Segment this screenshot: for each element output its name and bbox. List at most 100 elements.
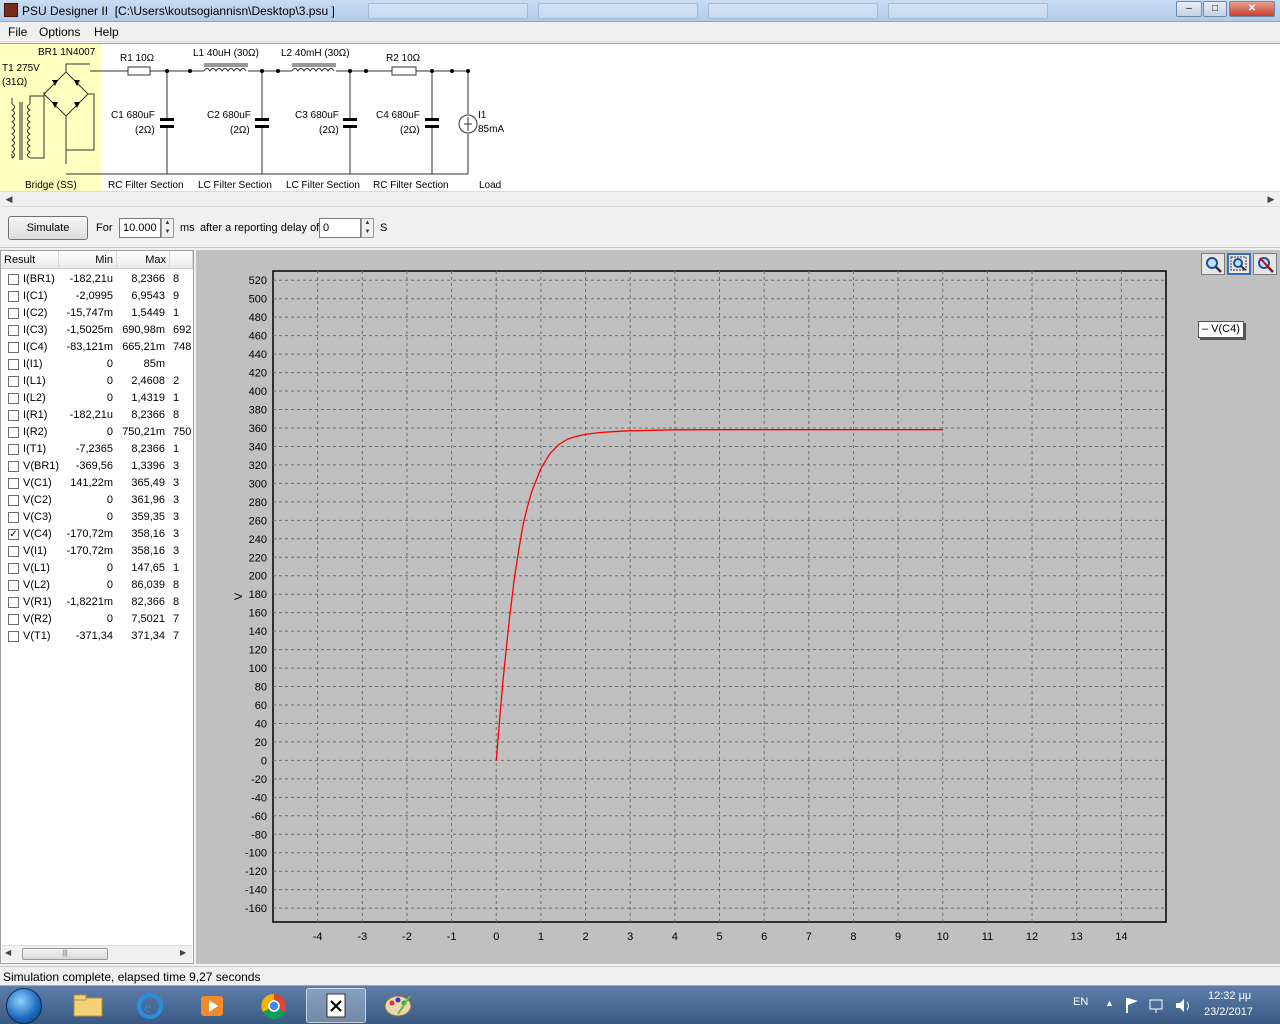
result-row[interactable]: V(R2) 0 7,5021 7 [1,611,193,628]
scroll-left-icon[interactable]: ◀ [5,948,11,957]
menu-help[interactable]: Help [94,25,119,39]
section-label[interactable]: Load [479,180,501,191]
y-tick-label: 40 [255,718,267,730]
close-button[interactable]: ✕ [1229,1,1275,17]
result-row[interactable]: V(C1) 141,22m 365,49 3 [1,475,193,492]
media-player-icon [201,996,223,1016]
result-checkbox[interactable] [8,308,19,319]
clock-date[interactable]: 23/2/2017 [1204,1006,1253,1018]
maximize-button[interactable]: □ [1203,1,1227,17]
paint-taskbar-button[interactable] [368,988,428,1023]
result-checkbox[interactable] [8,597,19,608]
language-indicator[interactable]: EN [1073,996,1088,1008]
simulate-button[interactable]: Simulate [8,216,88,240]
result-row[interactable]: V(C3) 0 359,35 3 [1,509,193,526]
result-checkbox[interactable] [8,512,19,523]
result-row[interactable]: V(L1) 0 147,65 1 [1,560,193,577]
result-checkbox[interactable] [8,478,19,489]
result-row[interactable]: I(L2) 0 1,4319 1 [1,390,193,407]
result-checkbox[interactable] [8,614,19,625]
minimize-button[interactable]: – [1176,1,1202,17]
result-max: 86,039 [131,579,165,591]
result-row[interactable]: I(C4) -83,121m 665,21m 748 [1,339,193,356]
zoom-area-button[interactable] [1227,253,1251,275]
delay-spinner[interactable]: ▲ ▼ [361,218,374,238]
section-label[interactable]: LC Filter Section [286,180,360,191]
result-name: V(C4) [23,528,52,540]
result-max: 358,16 [131,528,165,540]
scroll-right-icon[interactable]: ▶ [180,948,186,957]
duration-spinner[interactable]: ▲ ▼ [161,218,174,238]
section-label[interactable]: LC Filter Section [198,180,272,191]
result-checkbox[interactable] [8,393,19,404]
result-checkbox[interactable] [8,410,19,421]
result-row[interactable]: V(L2) 0 86,039 8 [1,577,193,594]
result-checkbox[interactable] [8,580,19,591]
section-label[interactable]: RC Filter Section [373,180,449,191]
chart-legend[interactable]: – V(C4) [1198,321,1244,338]
result-checkbox[interactable] [8,342,19,353]
menu-file[interactable]: File [8,25,27,39]
result-name: I(C2) [23,307,48,319]
result-row[interactable]: I(BR1) -182,21u 8,2366 8 [1,271,193,288]
result-name: I(C1) [23,290,48,302]
scroll-left-icon[interactable]: ◀ [2,193,16,206]
column-max[interactable]: Max [117,251,170,269]
y-tick-label: -100 [245,848,267,860]
result-row[interactable]: I(T1) -7,2365 8,2366 1 [1,441,193,458]
result-checkbox[interactable] [8,495,19,506]
zoom-in-button[interactable] [1201,253,1225,275]
result-row[interactable]: V(BR1) -369,56 1,3396 3 [1,458,193,475]
result-row[interactable]: ✓ V(C4) -170,72m 358,16 3 [1,526,193,543]
result-checkbox[interactable] [8,325,19,336]
result-row[interactable]: I(R2) 0 750,21m 750 [1,424,193,441]
media-player-taskbar-button[interactable] [182,988,242,1023]
zoom-reset-button[interactable] [1253,253,1277,275]
schematic-scrollbar[interactable]: ◀ ▶ [0,191,1280,207]
column-min[interactable]: Min [59,251,117,269]
show-hidden-icons[interactable]: ▲ [1105,998,1114,1008]
result-checkbox[interactable] [8,376,19,387]
result-row[interactable]: I(C2) -15,747m 1,5449 1 [1,305,193,322]
result-row[interactable]: V(C2) 0 361,96 3 [1,492,193,509]
start-button[interactable] [6,988,42,1024]
result-checkbox[interactable] [8,274,19,285]
result-row[interactable]: I(I1) 0 85m [1,356,193,373]
result-row[interactable]: V(T1) -371,34 371,34 7 [1,628,193,645]
result-min: 141,22m [70,477,113,489]
menu-options[interactable]: Options [39,25,80,39]
results-scrollbar[interactable]: ◀ ||| ▶ [2,945,192,962]
result-row[interactable]: I(L1) 0 2,4608 2 [1,373,193,390]
result-row[interactable]: V(R1) -1,8221m 82,366 8 [1,594,193,611]
scroll-thumb[interactable]: ||| [22,948,108,960]
voltage-chart[interactable]: 5205004804604404204003803603403203002802… [196,250,1280,964]
result-max: 665,21m [122,341,165,353]
explorer-taskbar-button[interactable] [58,988,118,1023]
result-checkbox[interactable]: ✓ [8,529,19,540]
duration-input[interactable]: 10.000 [119,218,161,238]
result-min: 0 [106,426,113,438]
result-checkbox[interactable] [8,291,19,302]
ie-taskbar-button[interactable]: e [120,988,180,1023]
tray-icons[interactable] [1124,996,1204,1016]
result-row[interactable]: V(I1) -170,72m 358,16 3 [1,543,193,560]
bridge-section-label[interactable]: Bridge (SS) [25,180,77,191]
clock-time[interactable]: 12:32 μμ [1208,990,1251,1002]
result-checkbox[interactable] [8,461,19,472]
svg-text:e: e [144,999,151,1016]
result-row[interactable]: I(C3) -1,5025m 690,98m 692 [1,322,193,339]
result-checkbox[interactable] [8,359,19,370]
result-checkbox[interactable] [8,427,19,438]
scroll-right-icon[interactable]: ▶ [1264,193,1278,206]
result-row[interactable]: I(R1) -182,21u 8,2366 8 [1,407,193,424]
chrome-taskbar-button[interactable] [244,988,304,1023]
result-row[interactable]: I(C1) -2,0995 6,9543 9 [1,288,193,305]
delay-input[interactable]: 0 [319,218,361,238]
result-checkbox[interactable] [8,563,19,574]
result-checkbox[interactable] [8,444,19,455]
section-label[interactable]: RC Filter Section [108,180,184,191]
column-result[interactable]: Result [1,251,59,269]
psu-designer-taskbar-button[interactable] [306,988,366,1023]
result-checkbox[interactable] [8,631,19,642]
result-checkbox[interactable] [8,546,19,557]
